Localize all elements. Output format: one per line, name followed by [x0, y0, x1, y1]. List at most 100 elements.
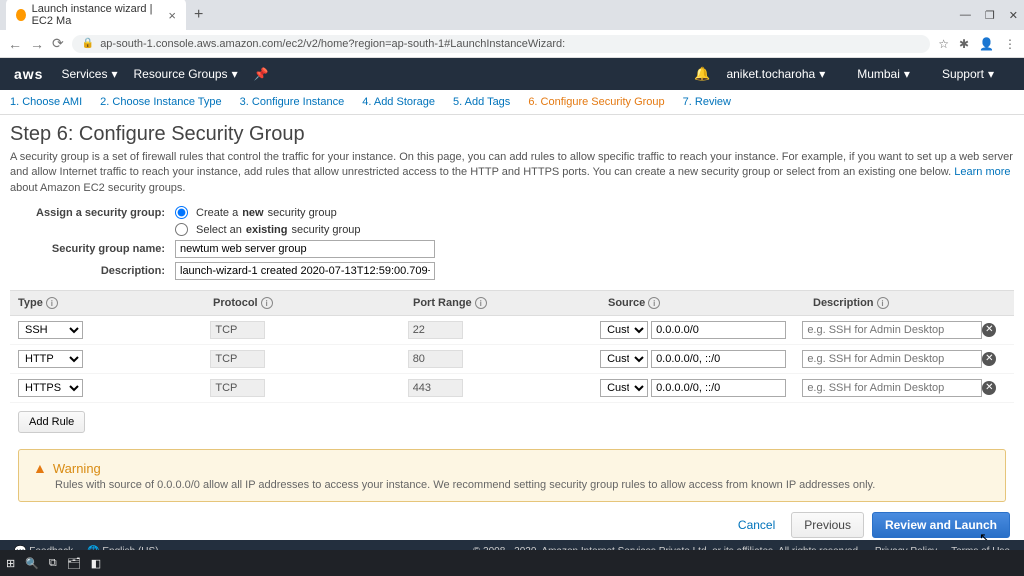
wizard-step-5[interactable]: 5. Add Tags	[453, 96, 510, 108]
rule-protocol: TCP	[210, 350, 265, 368]
wizard-step-6[interactable]: 6. Configure Security Group	[528, 96, 664, 108]
url-text: ap-south-1.console.aws.amazon.com/ec2/v2…	[100, 38, 565, 50]
sg-name-label: Security group name:	[10, 243, 175, 255]
maximize-icon[interactable]: ❐	[985, 9, 995, 22]
rule-row: SSHTCP22Custom✕	[10, 316, 1014, 345]
browser-menu-icon[interactable]: ⋮	[1004, 37, 1016, 51]
learn-more-link[interactable]: Learn more	[954, 166, 1010, 178]
close-window-icon[interactable]: ✕	[1009, 9, 1018, 22]
profile-avatar-icon[interactable]: 👤	[979, 37, 994, 51]
rule-port: 80	[408, 350, 463, 368]
chevron-down-icon: ▾	[111, 67, 117, 81]
rule-row: HTTP TCP 80 Custom ✕	[10, 345, 1014, 374]
bookmark-star-icon[interactable]: ☆	[938, 37, 949, 51]
info-icon[interactable]: i	[46, 297, 58, 309]
main-content: Step 6: Configure Security Group A secur…	[0, 115, 1024, 518]
nav-services[interactable]: Services ▾	[61, 67, 117, 81]
col-desc-header: Description	[813, 297, 874, 309]
cancel-button[interactable]: Cancel	[730, 513, 783, 537]
col-type-header: Type	[18, 297, 43, 309]
wizard-step-4[interactable]: 4. Add Storage	[362, 96, 435, 108]
tab-favicon	[16, 9, 26, 21]
browser-tab-strip: Launch instance wizard | EC2 Ma × + — ❐ …	[0, 0, 1024, 30]
forward-button[interactable]: →	[30, 36, 44, 52]
new-tab-button[interactable]: +	[194, 6, 203, 24]
rule-port: 22	[408, 321, 463, 339]
info-icon[interactable]: i	[475, 297, 487, 309]
page-description: A security group is a set of firewall ru…	[10, 150, 1014, 196]
minimize-icon[interactable]: —	[960, 9, 971, 22]
wizard-steps: 1. Choose AMI 2. Choose Instance Type 3.…	[0, 90, 1024, 115]
reload-button[interactable]: ⟳	[52, 35, 64, 52]
delete-rule-icon[interactable]: ✕	[982, 323, 996, 337]
rule-port: 443	[408, 379, 463, 397]
warning-box: ▲Warning Rules with source of 0.0.0.0/0 …	[18, 449, 1006, 502]
select-existing-sg-radio[interactable]: Select an existing security group	[175, 223, 361, 236]
rule-type-select[interactable]: SSH	[18, 321, 83, 339]
rule-type-select[interactable]: HTTPS	[18, 379, 83, 397]
rule-source-ip-input[interactable]	[651, 321, 786, 339]
wizard-action-bar: Cancel Previous Review and Launch	[730, 512, 1010, 538]
review-and-launch-button[interactable]: Review and Launch	[872, 512, 1010, 538]
wizard-step-2[interactable]: 2. Choose Instance Type	[100, 96, 222, 108]
rule-source-ip-input[interactable]	[651, 379, 786, 397]
sg-name-input[interactable]	[175, 240, 435, 258]
tab-close-icon[interactable]: ×	[168, 8, 176, 23]
rule-source-ip-input[interactable]	[651, 350, 786, 368]
start-button-icon[interactable]: ⊞	[6, 557, 15, 570]
create-new-radio-input[interactable]	[175, 206, 188, 219]
nav-support[interactable]: Support ▾	[942, 67, 994, 81]
rule-description-input[interactable]	[802, 350, 982, 368]
rule-source-mode-select[interactable]: Custom	[600, 379, 648, 397]
previous-button[interactable]: Previous	[791, 512, 864, 538]
info-icon[interactable]: i	[261, 297, 273, 309]
aws-logo[interactable]: aws	[14, 66, 43, 82]
col-protocol-header: Protocol	[213, 297, 258, 309]
rule-description-input[interactable]	[802, 321, 982, 339]
back-button[interactable]: ←	[8, 36, 22, 52]
warning-title: Warning	[53, 461, 101, 476]
add-rule-button[interactable]: Add Rule	[18, 411, 85, 433]
nav-pin-icon[interactable]: 📌	[254, 67, 269, 81]
chevron-down-icon: ▾	[232, 67, 238, 81]
info-icon[interactable]: i	[648, 297, 660, 309]
delete-rule-icon[interactable]: ✕	[982, 381, 996, 395]
nav-user[interactable]: aniket.tocharoha ▾	[726, 67, 825, 81]
extensions-icon[interactable]: ✱	[959, 37, 969, 51]
chevron-down-icon: ▾	[904, 67, 910, 81]
search-icon[interactable]: 🔍	[25, 557, 39, 570]
rule-protocol: TCP	[210, 379, 265, 397]
window-controls: — ❐ ✕	[960, 9, 1018, 22]
notifications-bell-icon[interactable]: 🔔	[694, 66, 710, 82]
rule-description-input[interactable]	[802, 379, 982, 397]
create-new-sg-radio[interactable]: Create a new security group	[175, 206, 337, 219]
col-source-header: Source	[608, 297, 645, 309]
sg-desc-label: Description:	[10, 265, 175, 277]
windows-taskbar: ⊞ 🔍 ⧉ 🗂 ◧	[0, 550, 1024, 576]
nav-resource-groups[interactable]: Resource Groups ▾	[134, 67, 238, 81]
rules-table: Typei Protocoli Port Rangei Sourcei Desc…	[10, 290, 1014, 403]
rule-source-mode-select[interactable]: Custom	[600, 350, 648, 368]
lock-icon: 🔒	[82, 38, 94, 49]
browser-ext-area: ☆ ✱ 👤 ⋮	[938, 37, 1016, 51]
rule-source-mode-select[interactable]: Custom	[600, 321, 648, 339]
tab-title: Launch instance wizard | EC2 Ma	[32, 3, 163, 27]
select-existing-radio-input[interactable]	[175, 223, 188, 236]
wizard-step-1[interactable]: 1. Choose AMI	[10, 96, 82, 108]
address-bar[interactable]: 🔒 ap-south-1.console.aws.amazon.com/ec2/…	[72, 35, 930, 53]
rule-type-select[interactable]: HTTP	[18, 350, 83, 368]
chevron-down-icon: ▾	[988, 67, 994, 81]
info-icon[interactable]: i	[877, 297, 889, 309]
sg-desc-input[interactable]	[175, 262, 435, 280]
app-icon[interactable]: ◧	[91, 557, 101, 570]
task-view-icon[interactable]: ⧉	[49, 557, 57, 570]
wizard-step-3[interactable]: 3. Configure Instance	[240, 96, 345, 108]
col-port-header: Port Range	[413, 297, 472, 309]
wizard-step-7[interactable]: 7. Review	[683, 96, 731, 108]
aws-top-nav: aws Services ▾ Resource Groups ▾ 📌 🔔 ani…	[0, 58, 1024, 90]
assign-sg-label: Assign a security group:	[10, 207, 175, 219]
delete-rule-icon[interactable]: ✕	[982, 352, 996, 366]
nav-region[interactable]: Mumbai ▾	[857, 67, 910, 81]
file-explorer-icon[interactable]: 🗂	[67, 557, 81, 570]
browser-tab[interactable]: Launch instance wizard | EC2 Ma ×	[6, 0, 186, 32]
